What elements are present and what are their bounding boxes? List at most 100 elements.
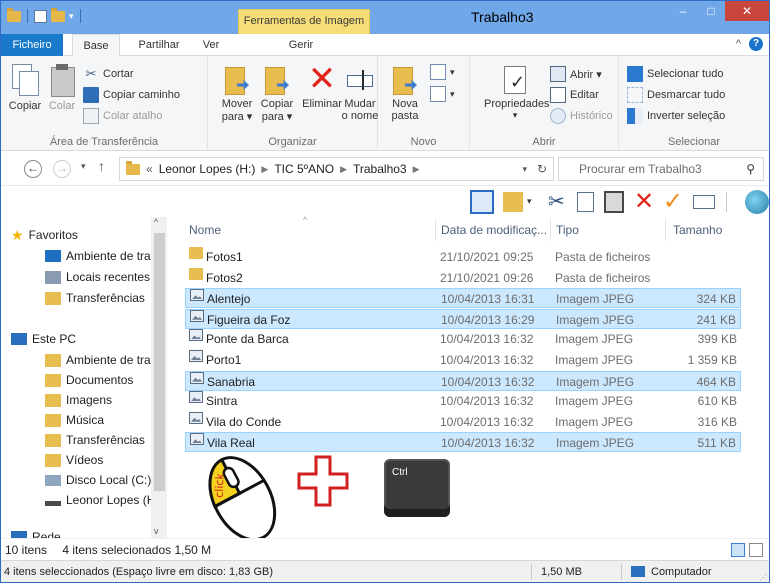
recent-locations-icon[interactable]: ▾ bbox=[81, 161, 86, 172]
copy-toolbar-icon[interactable] bbox=[577, 192, 594, 212]
tab-ver[interactable]: Ver bbox=[196, 34, 226, 56]
close-button[interactable]: ✕ bbox=[725, 1, 769, 21]
edit-button[interactable]: Editar bbox=[550, 87, 599, 103]
file-name: Alentejo bbox=[207, 292, 251, 307]
nav-label: Transferências bbox=[66, 433, 145, 447]
column-header-size[interactable]: Tamanho bbox=[673, 223, 722, 237]
cut-toolbar-icon[interactable]: ✂ bbox=[548, 189, 565, 214]
preview-pane-icon[interactable] bbox=[470, 190, 494, 214]
open-button[interactable]: Abrir ▾ bbox=[550, 66, 602, 82]
new-item-button[interactable]: ▾ bbox=[430, 64, 455, 80]
breadcrumb-prefix[interactable]: « bbox=[146, 162, 153, 176]
help-icon[interactable]: ? bbox=[749, 37, 763, 51]
nav-item-documentos[interactable]: Documentos bbox=[45, 370, 133, 390]
paste-shortcut-button[interactable]: Colar atalho bbox=[83, 108, 162, 124]
status-size: 1,50 MB bbox=[541, 566, 582, 578]
nav-item-downloads-pc[interactable]: Transferências bbox=[45, 430, 145, 450]
back-button[interactable]: ← bbox=[24, 160, 42, 178]
minimize-button[interactable]: – bbox=[669, 1, 697, 21]
history-button[interactable]: Histórico bbox=[550, 108, 613, 124]
table-row[interactable]: Alentejo 10/04/2013 16:31 Imagem JPEG 324 K… bbox=[185, 288, 741, 309]
table-row[interactable]: Fotos2 21/10/2021 09:26 Pasta de ficheiros bbox=[185, 267, 741, 288]
select-all-label: Selecionar tudo bbox=[647, 68, 724, 80]
new-folder-button[interactable]: Nova pasta bbox=[388, 64, 422, 122]
move-to-button[interactable]: Mover para ▾ bbox=[218, 64, 256, 123]
up-arrow-icon[interactable]: ↑ bbox=[98, 158, 105, 174]
paste-toolbar-icon[interactable] bbox=[604, 191, 624, 213]
nav-item-musica[interactable]: Música bbox=[45, 410, 104, 430]
nav-item-recent[interactable]: Locais recentes bbox=[45, 267, 150, 287]
address-bar[interactable]: « Leonor Lopes (H:) ▶ TIC 5ºANO ▶ Trabal… bbox=[119, 157, 554, 181]
search-icon[interactable]: ⚲ bbox=[746, 158, 755, 180]
nav-item-disco-local[interactable]: Disco Local (C:) bbox=[45, 470, 151, 490]
nav-item-este-pc[interactable]: Este PC bbox=[11, 329, 76, 349]
delete-button[interactable]: ✕ Eliminar bbox=[300, 62, 344, 110]
refresh-icon[interactable]: ↻ bbox=[537, 162, 547, 176]
nav-item-downloads-fav[interactable]: Transferências bbox=[45, 288, 145, 308]
nav-item-desktop-pc[interactable]: Ambiente de trab bbox=[45, 350, 157, 370]
properties-toolbar-icon[interactable]: ✓ bbox=[663, 187, 683, 216]
easy-access-button[interactable]: ▾ bbox=[430, 86, 455, 102]
cut-button[interactable]: ✂ Cortar bbox=[83, 66, 134, 82]
group-novo: Nova pasta ▾ ▾ Novo bbox=[378, 56, 470, 151]
table-row[interactable]: Fotos1 21/10/2021 09:25 Pasta de ficheiros bbox=[185, 247, 741, 267]
rename-toolbar-icon[interactable] bbox=[693, 195, 715, 209]
breadcrumb-tic[interactable]: TIC 5ºANO bbox=[274, 162, 334, 176]
table-row[interactable]: Sanabria 10/04/2013 16:32 Imagem JPEG 464 K… bbox=[185, 370, 741, 391]
tab-base[interactable]: Base bbox=[72, 34, 120, 57]
nav-item-favoritos[interactable]: ★ Favoritos bbox=[11, 225, 78, 245]
properties-button[interactable]: Propriedades ▾ bbox=[484, 64, 549, 121]
resize-grip-icon[interactable]: ⋰ bbox=[759, 567, 767, 582]
quick-access-toolbar: ▾ bbox=[7, 7, 83, 23]
column-header-date[interactable]: Data de modificaç... bbox=[441, 223, 547, 237]
forward-button[interactable]: → bbox=[53, 160, 71, 178]
nav-scroll-thumb[interactable] bbox=[154, 233, 165, 491]
rename-button[interactable]: Mudar o nome bbox=[341, 64, 379, 122]
chevron-right-icon[interactable]: ▶ bbox=[413, 164, 420, 175]
chevron-right-icon[interactable]: ▶ bbox=[340, 164, 347, 175]
nav-item-desktop-fav[interactable]: Ambiente de trab bbox=[45, 246, 157, 266]
select-none-button[interactable]: Desmarcar tudo bbox=[627, 87, 725, 103]
ribbon-collapse-icon[interactable]: ^ bbox=[736, 38, 741, 50]
delete-toolbar-icon[interactable]: ✕ bbox=[634, 187, 654, 216]
nav-item-videos[interactable]: Vídeos bbox=[45, 450, 103, 470]
table-row[interactable]: Vila do Conde 10/04/2013 16:32 Imagem JPEG… bbox=[185, 411, 741, 432]
breadcrumb-trabalho3[interactable]: Trabalho3 bbox=[353, 162, 407, 176]
address-row: ← → ▾ ↑ « Leonor Lopes (H:) ▶ TIC 5ºANO … bbox=[1, 152, 769, 186]
large-icons-view-button[interactable] bbox=[749, 543, 763, 557]
breadcrumb-drive[interactable]: Leonor Lopes (H:) bbox=[159, 162, 256, 176]
properties-qat-icon[interactable] bbox=[34, 9, 47, 23]
tab-ficheiro[interactable]: Ficheiro bbox=[1, 34, 63, 56]
scroll-down-icon[interactable]: v bbox=[154, 526, 159, 536]
desktop-icon bbox=[45, 250, 61, 262]
address-dropdown-icon[interactable]: ▾ bbox=[522, 164, 527, 175]
nav-item-leonor-drive[interactable]: Leonor Lopes (H: bbox=[45, 490, 159, 510]
paste-button[interactable]: Colar bbox=[46, 64, 78, 112]
table-row[interactable]: Sintra 10/04/2013 16:32 Imagem JPEG 610 KB bbox=[185, 391, 741, 411]
tab-gerir[interactable]: Gerir bbox=[281, 34, 321, 56]
nav-item-imagens[interactable]: Imagens bbox=[45, 390, 112, 410]
column-header-name[interactable]: Nome bbox=[189, 223, 221, 237]
table-row[interactable]: Figueira da Foz 10/04/2013 16:29 Imagem JP… bbox=[185, 308, 741, 329]
search-input[interactable]: Procurar em Trabalho3 ⚲ bbox=[558, 157, 764, 181]
table-row[interactable]: Porto1 10/04/2013 16:32 Imagem JPEG 1 359 K… bbox=[185, 350, 741, 370]
dropdown-arrow-icon[interactable]: ▾ bbox=[527, 196, 532, 207]
tab-partilhar[interactable]: Partilhar bbox=[128, 34, 190, 56]
table-row[interactable]: Ponte da Barca 10/04/2013 16:32 Imagem JPE… bbox=[185, 329, 741, 349]
invert-selection-label: Inverter seleção bbox=[647, 110, 726, 122]
chevron-right-icon[interactable]: ▶ bbox=[261, 164, 268, 175]
globe-icon[interactable] bbox=[745, 190, 769, 214]
invert-selection-button[interactable]: Inverter seleção bbox=[627, 108, 725, 124]
nav-item-rede[interactable]: Rede bbox=[11, 527, 61, 538]
copy-path-button[interactable]: Copiar caminho bbox=[83, 87, 180, 103]
select-all-button[interactable]: Selecionar tudo bbox=[627, 66, 723, 82]
qat-dropdown-icon[interactable]: ▾ bbox=[69, 11, 74, 22]
folder-options-icon[interactable] bbox=[503, 192, 523, 212]
details-view-button[interactable] bbox=[731, 543, 745, 557]
copy-to-button[interactable]: Copiar para ▾ bbox=[258, 64, 296, 123]
new-folder-qat-icon[interactable] bbox=[51, 7, 65, 22]
scroll-up-icon[interactable]: ^ bbox=[154, 217, 158, 227]
column-header-type[interactable]: Tipo bbox=[556, 223, 579, 237]
copy-button[interactable]: Copiar bbox=[7, 64, 43, 112]
maximize-button[interactable]: □ bbox=[697, 1, 725, 21]
